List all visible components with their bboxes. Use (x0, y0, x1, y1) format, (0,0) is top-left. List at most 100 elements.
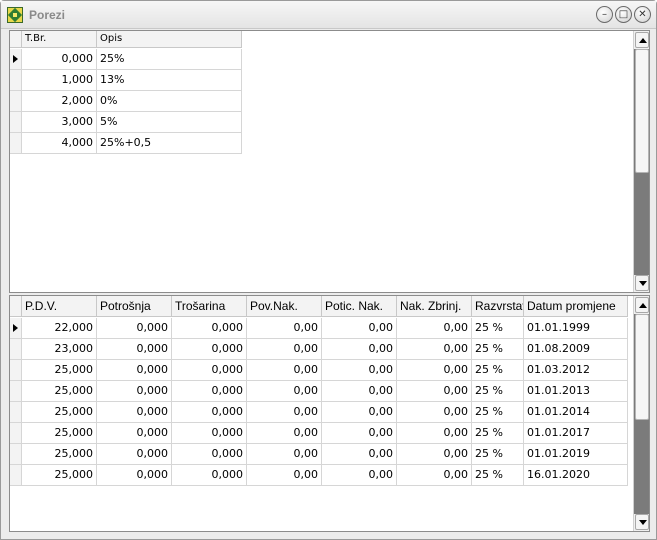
table-cell[interactable]: 0,00 (247, 318, 322, 339)
table-cell[interactable]: 22,000 (22, 318, 97, 339)
table-cell[interactable]: 01.03.2012 (524, 360, 628, 381)
tax-rates-scrollbar[interactable] (633, 31, 649, 292)
table-cell[interactable]: 0,00 (322, 423, 397, 444)
table-cell[interactable]: 0,00 (247, 423, 322, 444)
table-cell[interactable]: 25 % (472, 360, 524, 381)
table-cell[interactable]: 0,00 (397, 318, 472, 339)
table-cell[interactable]: 01.01.1999 (524, 318, 628, 339)
table-cell[interactable]: 25 % (472, 465, 524, 486)
table-cell[interactable]: 0,000 (97, 360, 172, 381)
close-button[interactable]: ✕ (634, 6, 651, 23)
table-cell[interactable]: 0,000 (172, 318, 247, 339)
table-cell[interactable]: 25 % (472, 423, 524, 444)
table-cell[interactable]: 0,00 (322, 339, 397, 360)
table-cell[interactable]: 0,000 (97, 465, 172, 486)
table-cell[interactable]: 25,000 (22, 381, 97, 402)
row-indicator-cell[interactable] (10, 360, 22, 381)
table-cell[interactable]: 0,00 (322, 360, 397, 381)
row-indicator-cell[interactable] (10, 133, 22, 154)
column-header[interactable]: Trošarina (172, 296, 247, 317)
table-cell[interactable]: 0,00 (247, 381, 322, 402)
table-cell[interactable]: 25,000 (22, 444, 97, 465)
table-cell[interactable]: 1,000 (22, 70, 97, 91)
table-cell[interactable]: 16.01.2020 (524, 465, 628, 486)
table-cell[interactable]: 0,000 (97, 318, 172, 339)
column-header[interactable]: T.Br. (22, 31, 97, 48)
column-header[interactable]: Pov.Nak. (247, 296, 322, 317)
table-cell[interactable]: 0,000 (172, 465, 247, 486)
row-indicator-cell[interactable] (10, 318, 22, 339)
table-cell[interactable]: 25 % (472, 381, 524, 402)
table-cell[interactable]: 2,000 (22, 91, 97, 112)
table-cell[interactable]: 23,000 (22, 339, 97, 360)
table-cell[interactable]: 0,000 (172, 381, 247, 402)
row-indicator-cell[interactable] (10, 339, 22, 360)
table-cell[interactable]: 01.01.2017 (524, 423, 628, 444)
scroll-up-button[interactable] (635, 32, 649, 48)
table-cell[interactable]: 0,00 (322, 465, 397, 486)
scroll-down-button[interactable] (635, 275, 649, 291)
row-indicator-cell[interactable] (10, 465, 22, 486)
table-cell[interactable]: 01.01.2013 (524, 381, 628, 402)
table-cell[interactable]: 0,000 (172, 423, 247, 444)
row-indicator-cell[interactable] (10, 423, 22, 444)
table-cell[interactable]: 0,000 (172, 444, 247, 465)
title-bar[interactable]: Porezi – □ ✕ (1, 1, 656, 29)
tax-history-scrollbar[interactable] (633, 296, 649, 531)
maximize-button[interactable]: □ (615, 6, 632, 23)
table-cell[interactable]: 25% (97, 49, 242, 70)
table-cell[interactable]: 0,00 (397, 465, 472, 486)
column-header[interactable]: P.D.V. (22, 296, 97, 317)
row-indicator-cell[interactable] (10, 91, 22, 112)
minimize-button[interactable]: – (596, 6, 613, 23)
table-cell[interactable]: 0,00 (322, 318, 397, 339)
table-cell[interactable]: 25,000 (22, 360, 97, 381)
table-cell[interactable]: 0,000 (172, 360, 247, 381)
table-cell[interactable]: 5% (97, 112, 242, 133)
table-cell[interactable]: 0,00 (322, 402, 397, 423)
table-cell[interactable]: 01.08.2009 (524, 339, 628, 360)
table-cell[interactable]: 0,00 (247, 360, 322, 381)
row-indicator-cell[interactable] (10, 112, 22, 133)
table-cell[interactable]: 25 % (472, 318, 524, 339)
table-cell[interactable]: 0,00 (322, 444, 397, 465)
row-indicator-cell[interactable] (10, 70, 22, 91)
table-cell[interactable]: 0,000 (97, 402, 172, 423)
table-cell[interactable]: 01.01.2014 (524, 402, 628, 423)
column-header[interactable]: Razvrstavanje (472, 296, 524, 317)
table-cell[interactable]: 0,000 (172, 339, 247, 360)
table-cell[interactable]: 25,000 (22, 423, 97, 444)
scroll-thumb[interactable] (635, 314, 649, 420)
table-cell[interactable]: 25 % (472, 339, 524, 360)
table-cell[interactable]: 3,000 (22, 112, 97, 133)
column-header[interactable]: Opis (97, 31, 242, 48)
row-indicator-cell[interactable] (10, 49, 22, 70)
table-cell[interactable]: 0,00 (397, 444, 472, 465)
table-cell[interactable]: 0,00 (397, 402, 472, 423)
table-cell[interactable]: 0,00 (397, 423, 472, 444)
tax-history-grid[interactable]: P.D.V. Potrošnja Trošarina Pov.Nak. Potic. N… (9, 295, 650, 532)
table-cell[interactable]: 0,00 (247, 444, 322, 465)
scroll-up-button[interactable] (635, 297, 649, 313)
table-cell[interactable]: 0,00 (397, 381, 472, 402)
table-cell[interactable]: 0,00 (397, 339, 472, 360)
table-cell[interactable]: 0,000 (22, 49, 97, 70)
table-cell[interactable]: 0,00 (397, 360, 472, 381)
table-cell[interactable]: 25,000 (22, 465, 97, 486)
table-cell[interactable]: 0,000 (97, 444, 172, 465)
scroll-down-button[interactable] (635, 514, 649, 530)
column-header[interactable]: Potic. Nak. (322, 296, 397, 317)
table-cell[interactable]: 0,000 (97, 381, 172, 402)
table-cell[interactable]: 25 % (472, 444, 524, 465)
table-cell[interactable]: 0% (97, 91, 242, 112)
table-cell[interactable]: 4,000 (22, 133, 97, 154)
row-indicator-cell[interactable] (10, 402, 22, 423)
table-cell[interactable]: 0,00 (247, 339, 322, 360)
row-indicator-cell[interactable] (10, 444, 22, 465)
table-cell[interactable]: 0,000 (97, 339, 172, 360)
table-cell[interactable]: 13% (97, 70, 242, 91)
column-header[interactable]: Potrošnja (97, 296, 172, 317)
table-cell[interactable]: 0,00 (322, 381, 397, 402)
table-cell[interactable]: 25 % (472, 402, 524, 423)
table-cell[interactable]: 25%+0,5 (97, 133, 242, 154)
